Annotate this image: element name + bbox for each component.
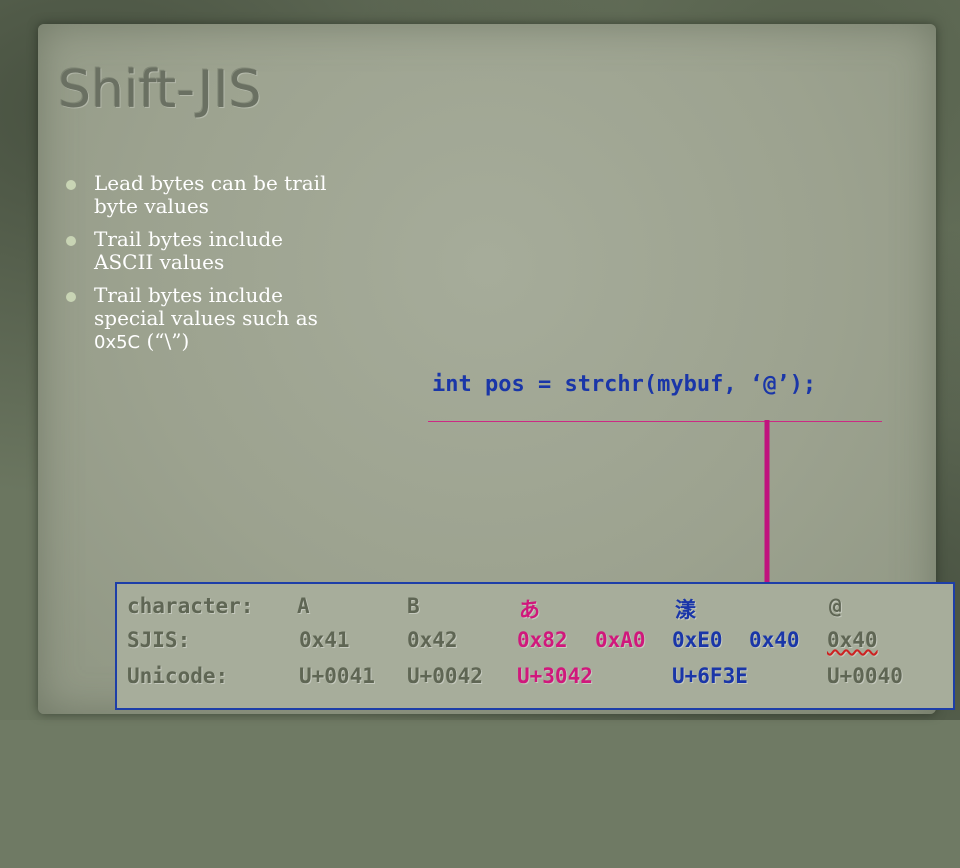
- unicode-cell: U+6F3E: [672, 664, 748, 688]
- row-label: SJIS:: [127, 628, 191, 652]
- sjis-cell: 0x40: [749, 628, 800, 652]
- bullet-text: Lead bytes can be trail byte values: [94, 171, 327, 218]
- unicode-cell: U+0040: [827, 664, 903, 688]
- code-underline-rule: [428, 421, 882, 422]
- slide-title: Shift-JIS: [58, 60, 262, 120]
- unicode-cell: U+0041: [299, 664, 375, 688]
- bullet-item: Lead bytes can be trail byte values: [66, 172, 336, 218]
- bullet-list: Lead bytes can be trail byte values Trai…: [66, 172, 336, 364]
- encoding-table: character: A B あ 漾 @ SJIS: 0x41 0x42 0x8…: [115, 582, 955, 710]
- bullet-text-suffix: (“\”): [140, 329, 190, 353]
- row-label: Unicode:: [127, 664, 229, 688]
- bullet-item: Trail bytes include ASCII values: [66, 228, 336, 274]
- char-cell: あ: [519, 598, 540, 622]
- code-snippet: int pos = strchr(mybuf, ‘@’);: [432, 372, 817, 397]
- unicode-cell: U+3042: [517, 664, 593, 688]
- sjis-row: SJIS: 0x41 0x42 0x82 0xA0 0xE0 0x40 0x40: [127, 628, 947, 658]
- sjis-cell: 0x42: [407, 628, 458, 652]
- bullet-text-prefix: Trail bytes include special values such …: [94, 283, 318, 330]
- unicode-row: Unicode: U+0041 U+0042 U+3042 U+6F3E U+0…: [127, 664, 947, 694]
- sjis-cell: 0xE0: [672, 628, 723, 652]
- char-cell: 漾: [675, 598, 696, 622]
- char-cell: A: [297, 594, 310, 618]
- char-cell: B: [407, 594, 420, 618]
- sjis-cell: 0x82: [517, 628, 568, 652]
- bullet-code-value: 0x5C: [94, 332, 141, 353]
- round-bullet-icon: [66, 236, 76, 246]
- sjis-cell: 0x41: [299, 628, 350, 652]
- round-bullet-icon: [66, 292, 76, 302]
- unicode-cell: U+0042: [407, 664, 483, 688]
- char-cell: @: [829, 594, 842, 618]
- sjis-cell: 0xA0: [595, 628, 646, 652]
- sjis-cell: 0x40: [827, 628, 878, 652]
- round-bullet-icon: [66, 180, 76, 190]
- row-label: character:: [127, 594, 254, 618]
- bullet-item: Trail bytes include special values such …: [66, 284, 336, 354]
- character-row: character: A B あ 漾 @: [127, 594, 947, 624]
- bullet-text: Trail bytes include ASCII values: [94, 227, 283, 274]
